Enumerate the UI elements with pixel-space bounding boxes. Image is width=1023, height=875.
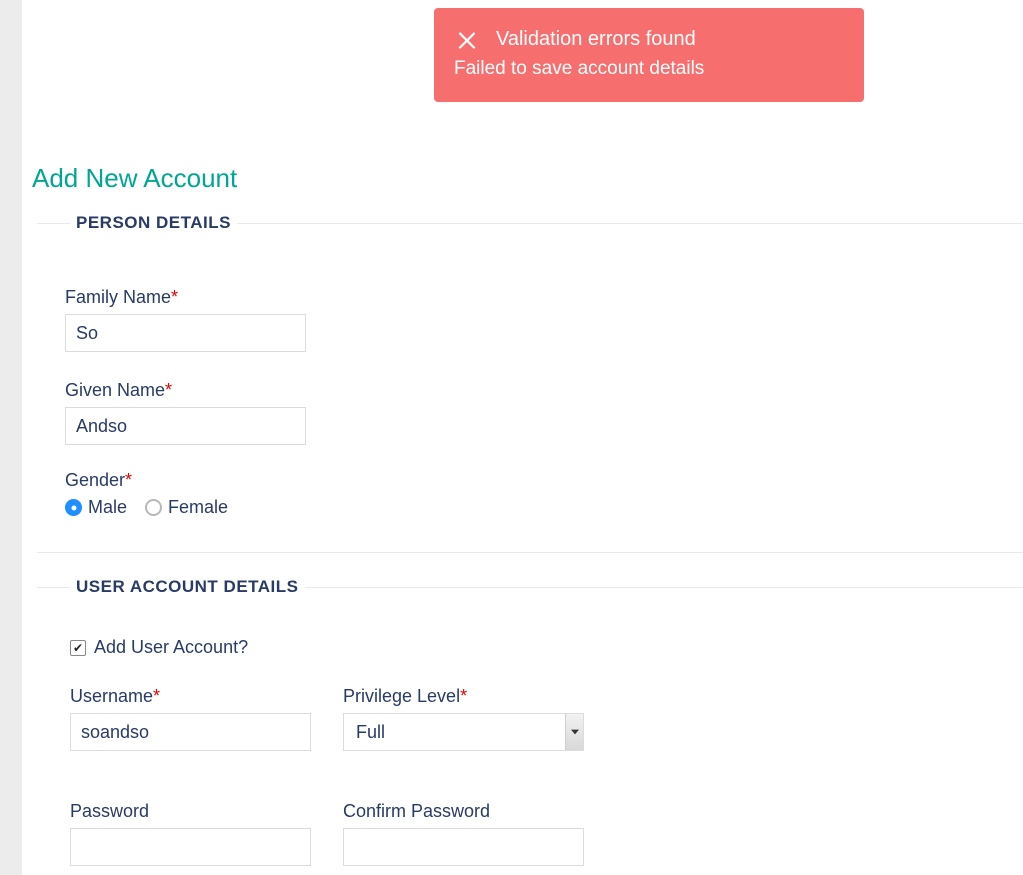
add-user-account-label: Add User Account? [94, 637, 248, 658]
radio-icon [145, 499, 162, 516]
privilege-level-label: Privilege Level* [343, 686, 584, 707]
gender-group: Gender* Male Female [65, 470, 228, 518]
password-group: Password [70, 801, 311, 866]
given-name-input[interactable] [65, 407, 306, 445]
privilege-level-select[interactable]: Full [343, 713, 584, 751]
username-input[interactable] [70, 713, 311, 751]
privilege-level-value: Full [343, 713, 584, 751]
gender-label: Gender* [65, 470, 228, 491]
close-icon[interactable] [454, 26, 480, 52]
checkbox-icon: ✔ [70, 640, 86, 656]
family-name-label: Family Name* [65, 287, 306, 308]
toast-message: Failed to save account details [454, 58, 844, 80]
required-marker: * [171, 287, 178, 307]
password-label: Password [70, 801, 311, 822]
add-user-account-checkbox[interactable]: ✔ Add User Account? [70, 637, 248, 658]
gender-male-label: Male [88, 497, 127, 518]
privilege-level-group: Privilege Level* Full [343, 686, 584, 751]
confirm-password-group: Confirm Password [343, 801, 584, 866]
toast-title: Validation errors found [496, 28, 696, 51]
family-name-input[interactable] [65, 314, 306, 352]
person-details-legend: PERSON DETAILS [70, 213, 237, 233]
add-user-account-group: ✔ Add User Account? [70, 637, 248, 658]
username-label: Username* [70, 686, 311, 707]
gender-female-label: Female [168, 497, 228, 518]
radio-icon [65, 499, 82, 516]
chevron-down-icon [565, 714, 583, 750]
required-marker: * [125, 470, 132, 490]
user-account-details-legend: USER ACCOUNT DETAILS [70, 577, 305, 597]
page-title: Add New Account [32, 163, 237, 194]
confirm-password-label: Confirm Password [343, 801, 584, 822]
given-name-label: Given Name* [65, 380, 306, 401]
validation-toast: Validation errors found Failed to save a… [434, 8, 864, 102]
family-name-group: Family Name* [65, 287, 306, 352]
given-name-group: Given Name* [65, 380, 306, 445]
left-strip [0, 0, 22, 875]
gender-female-radio[interactable]: Female [145, 497, 228, 518]
required-marker: * [460, 686, 467, 706]
username-group: Username* [70, 686, 311, 751]
required-marker: * [165, 380, 172, 400]
user-account-details-section: USER ACCOUNT DETAILS ✔ Add User Account?… [37, 577, 1023, 597]
password-input[interactable] [70, 828, 311, 866]
content-area: Validation errors found Failed to save a… [32, 0, 1023, 875]
confirm-password-input[interactable] [343, 828, 584, 866]
required-marker: * [153, 686, 160, 706]
gender-male-radio[interactable]: Male [65, 497, 127, 518]
person-details-section: PERSON DETAILS Family Name* Given Name* … [37, 213, 1023, 553]
